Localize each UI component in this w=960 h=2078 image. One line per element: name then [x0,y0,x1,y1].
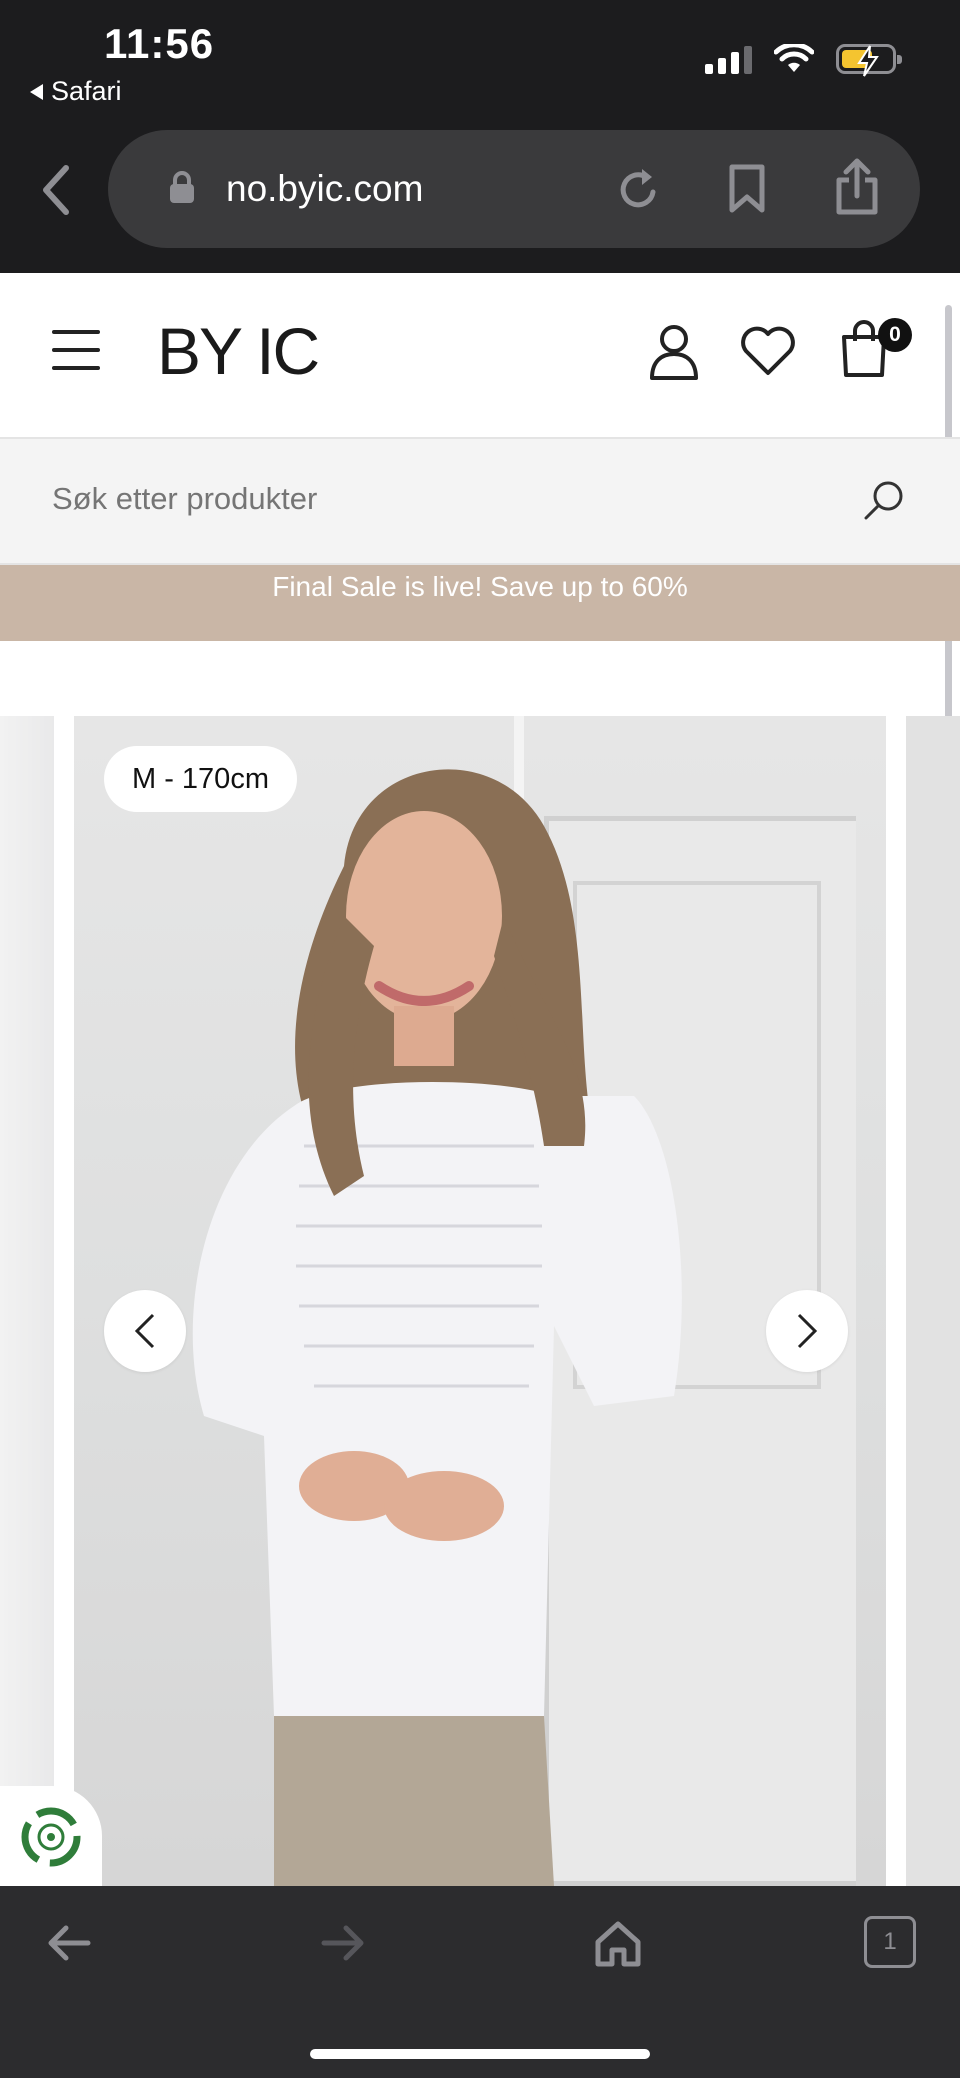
search-bar [0,437,960,565]
recycle-icon [21,1807,81,1867]
search-icon[interactable] [862,479,906,523]
tabs-button[interactable]: 1 [864,1916,916,1968]
forward-arrow-icon[interactable] [318,1920,368,1966]
lock-icon [170,171,194,203]
model-size-chip: M - 170cm [104,746,297,812]
url-text: no.byic.com [226,168,424,209]
address-bar-row: no.byic.com [0,130,960,250]
account-icon[interactable] [648,323,700,381]
brand-logo[interactable]: BY IC [157,313,320,389]
battery-icon [836,44,902,77]
history-back-icon[interactable] [36,160,76,220]
wishlist-heart-icon[interactable] [740,325,796,377]
browser-top-chrome: 11:56 Safari no.byic.com [0,0,960,273]
promo-banner[interactable]: Final Sale is live! Save up to 60% [0,565,960,641]
status-icons [705,44,902,77]
carousel-next-button[interactable] [766,1290,848,1372]
model-photo [192,769,682,1886]
menu-icon[interactable] [52,330,100,370]
previous-slide-peek[interactable] [0,716,54,1886]
chevron-left-icon [134,1313,155,1349]
search-input[interactable] [52,481,812,517]
signal-icon [705,44,752,74]
site-header: BY IC 0 [0,273,960,437]
reload-icon[interactable] [616,164,662,214]
chevron-right-icon [797,1313,818,1349]
carousel-prev-button[interactable] [104,1290,186,1372]
back-to-app-link[interactable]: Safari [30,76,122,107]
back-arrow-icon[interactable] [44,1920,94,1966]
charging-bolt-icon [857,45,879,77]
share-icon[interactable] [834,158,880,216]
status-time: 11:56 [104,20,215,67]
promo-text: Final Sale is live! Save up to 60% [272,571,688,602]
home-icon[interactable] [594,1920,642,1968]
address-bar[interactable]: no.byic.com [108,130,920,248]
cart-count-badge: 0 [878,318,912,352]
product-image [74,716,886,1886]
sustainability-badge[interactable] [0,1786,102,1886]
back-app-label: Safari [51,76,122,106]
browser-bottom-toolbar: 1 [0,1886,960,2078]
wifi-icon [774,44,814,72]
next-slide-peek[interactable] [906,716,960,1886]
home-indicator[interactable] [310,2049,650,2059]
product-image-carousel[interactable]: M - 170cm [0,716,960,1886]
back-triangle-icon [30,83,43,100]
bookmark-icon[interactable] [728,164,766,214]
